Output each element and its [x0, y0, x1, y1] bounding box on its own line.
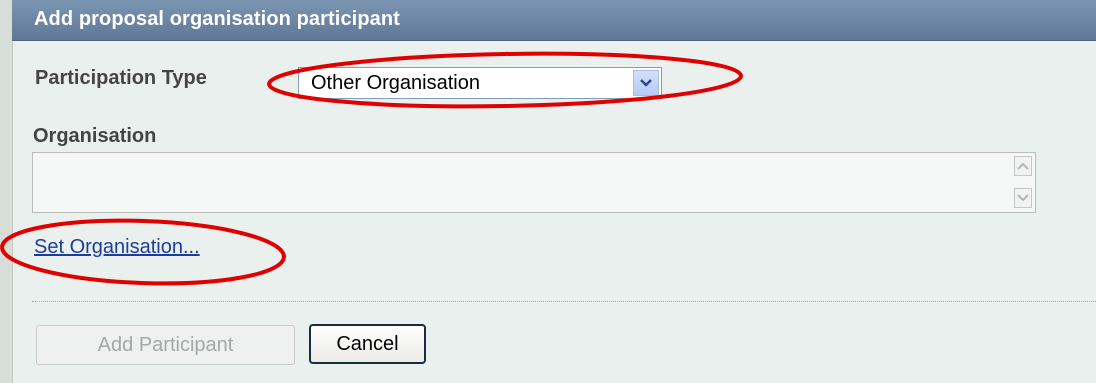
organisation-label: Organisation — [33, 125, 157, 147]
participation-type-select[interactable]: Other Organisation — [298, 67, 662, 99]
set-organisation-link[interactable]: Set Organisation... — [34, 236, 200, 259]
dialog-titlebar: Add proposal organisation participant — [12, 0, 1096, 41]
participation-type-value: Other Organisation — [311, 72, 480, 94]
scroll-down-arrow-icon[interactable] — [1014, 188, 1032, 208]
scroll-up-arrow-icon[interactable] — [1014, 156, 1032, 176]
participation-type-label: Participation Type — [35, 67, 207, 89]
add-participant-button[interactable]: Add Participant — [36, 325, 295, 365]
organisation-field[interactable] — [32, 152, 1036, 213]
chevron-down-icon[interactable] — [633, 70, 659, 96]
divider — [32, 301, 1096, 302]
cancel-button[interactable]: Cancel — [309, 324, 426, 364]
window-edge — [0, 0, 13, 383]
dialog-title: Add proposal organisation participant — [34, 8, 400, 30]
